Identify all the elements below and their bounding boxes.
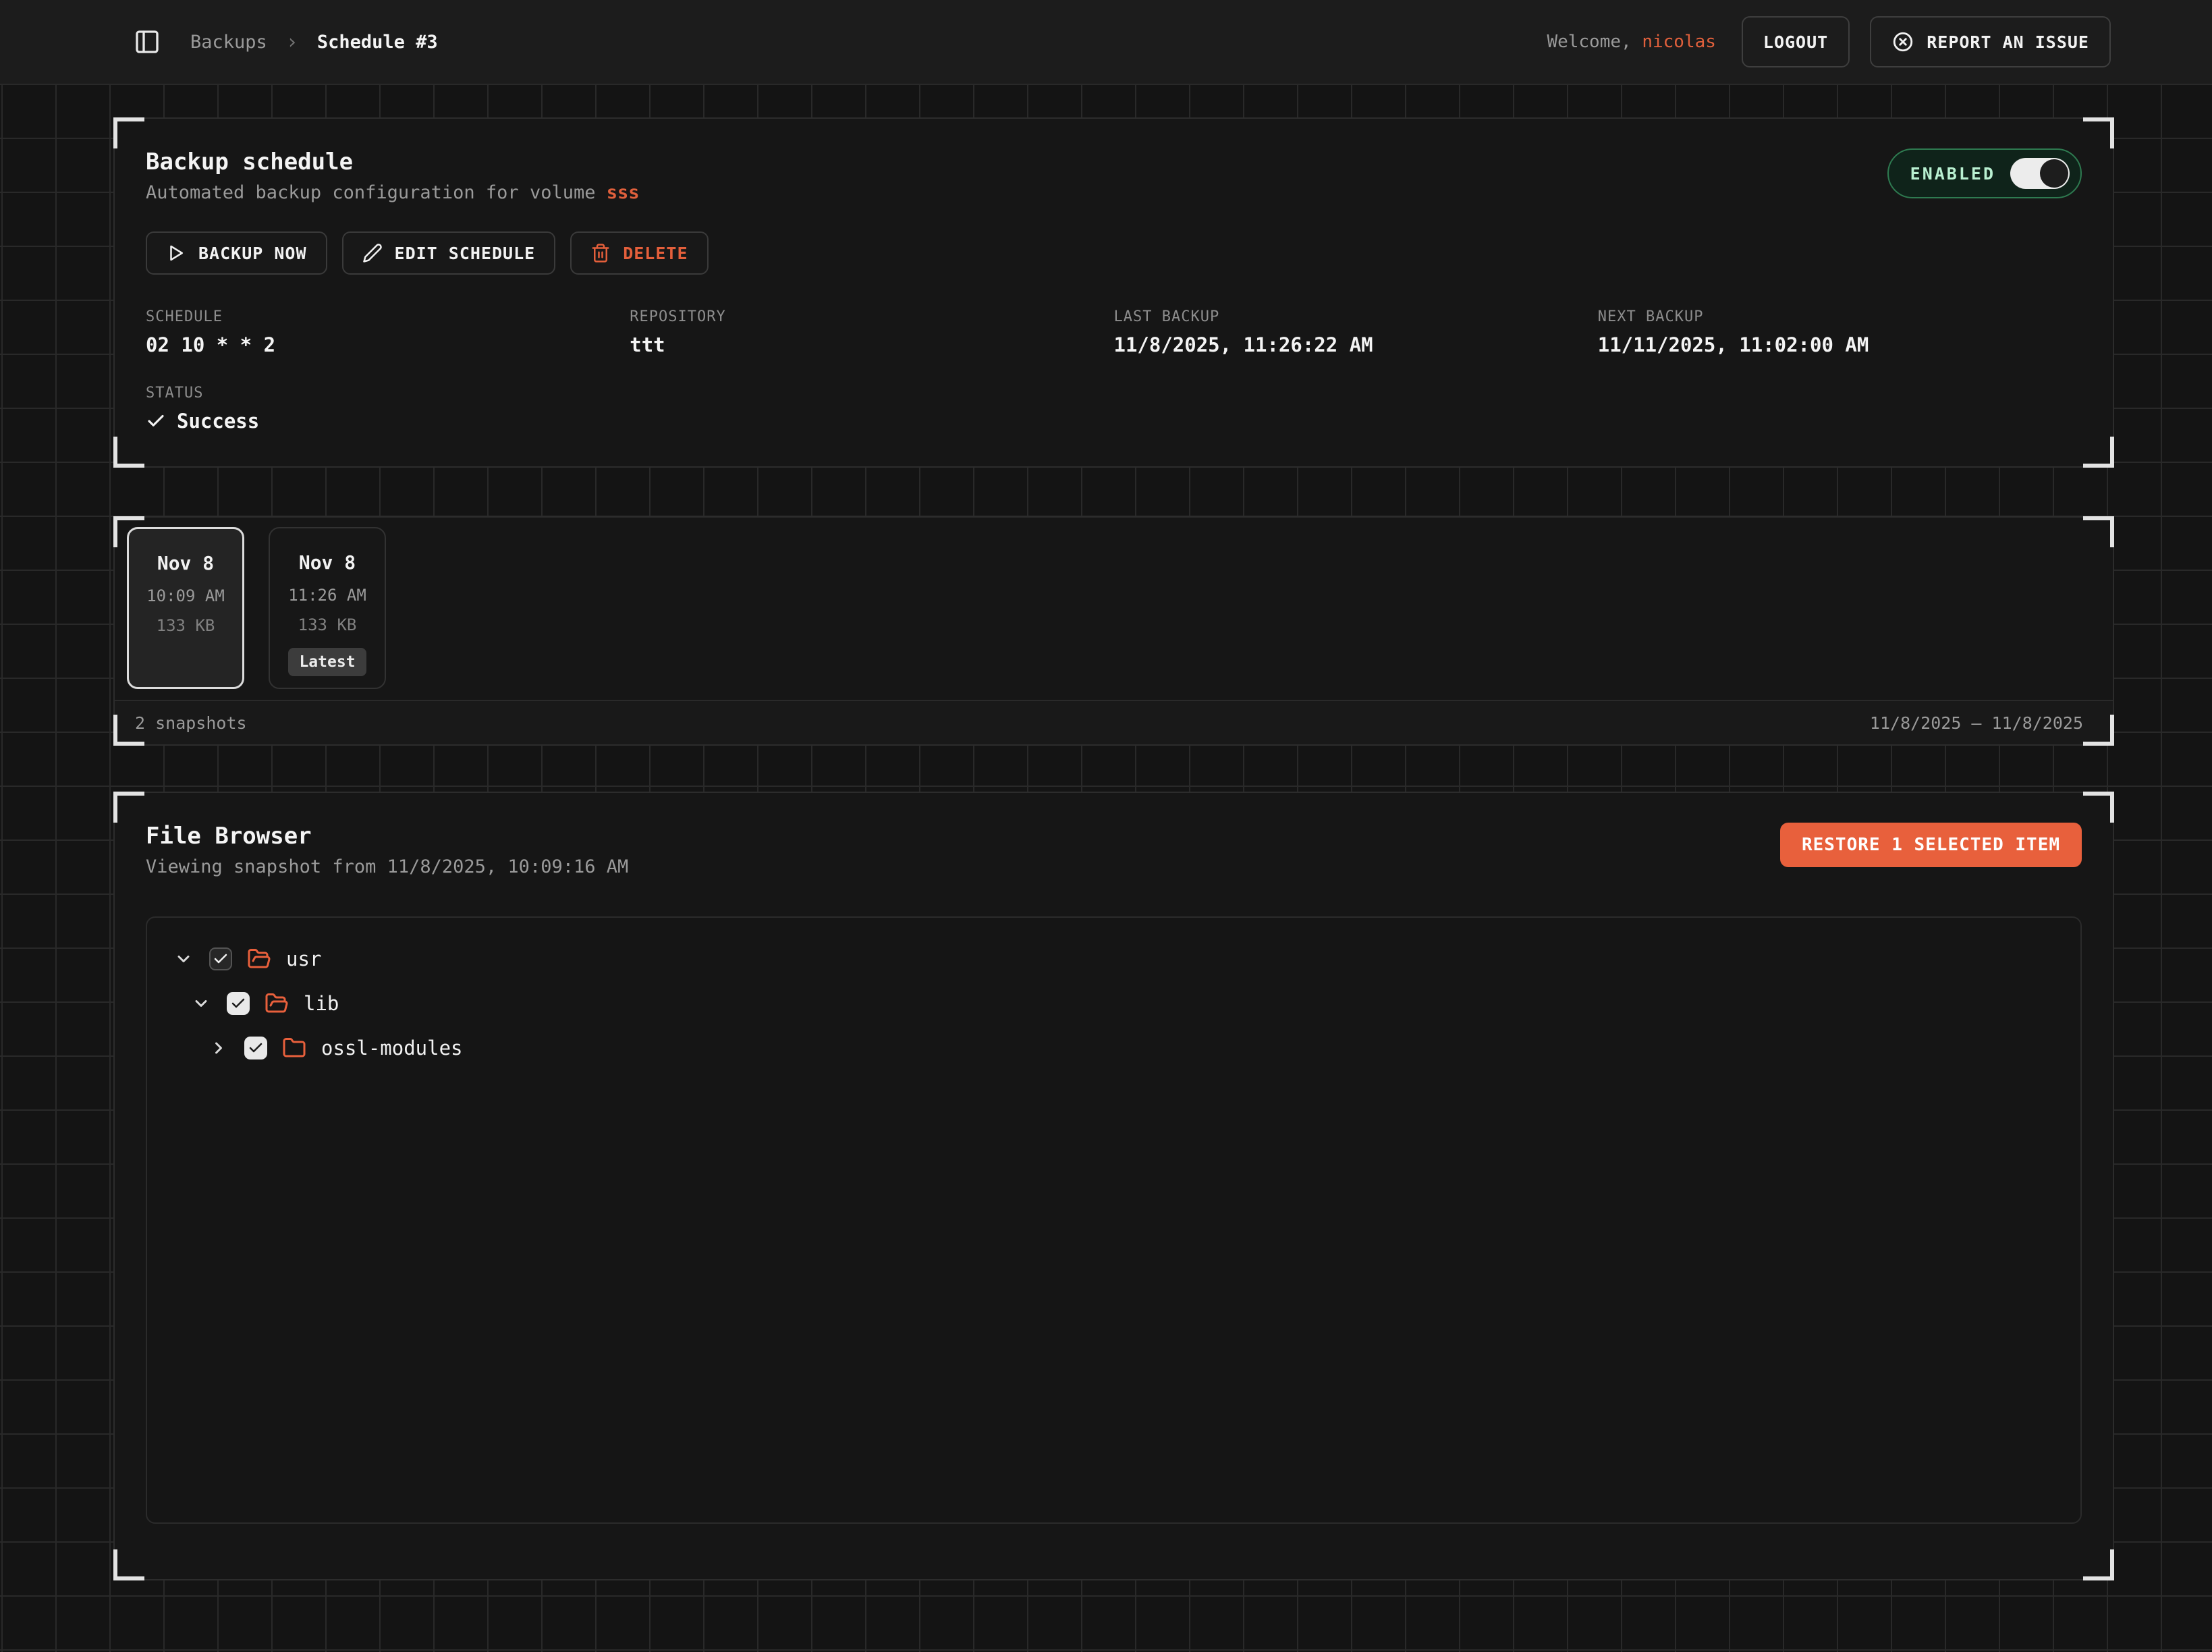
volume-name: sss (607, 182, 640, 203)
logout-button[interactable]: LOGOUT (1742, 16, 1850, 67)
sidebar-toggle-button[interactable] (128, 23, 166, 61)
folder-closed-icon (282, 1036, 306, 1060)
play-icon (166, 243, 186, 263)
snapshot-timeline: Nov 8 10:09 AM 133 KB Nov 8 11:26 AM 133… (115, 518, 2113, 700)
corner-bracket (113, 117, 144, 148)
backup-now-button[interactable]: BACKUP NOW (146, 231, 327, 275)
circle-x-icon (1891, 30, 1914, 53)
backup-schedule-title: Backup schedule (146, 148, 640, 175)
backup-schedule-subtitle: Automated backup configuration for volum… (146, 182, 640, 203)
snapshot-date-range: 11/8/2025 – 11/8/2025 (1870, 713, 2083, 733)
detail-label: REPOSITORY (630, 308, 1113, 325)
corner-bracket (113, 516, 144, 547)
file-browser-panel: File Browser Viewing snapshot from 11/8/… (113, 792, 2114, 1580)
snapshot-card-selected[interactable]: Nov 8 10:09 AM 133 KB (127, 527, 244, 689)
report-issue-button[interactable]: REPORT AN ISSUE (1870, 16, 2111, 67)
checkbox-lib[interactable] (227, 992, 250, 1015)
trash-icon (590, 243, 611, 263)
corner-bracket (2083, 792, 2114, 823)
backup-now-label: BACKUP NOW (198, 244, 307, 263)
breadcrumb: Backups › Schedule #3 (190, 30, 438, 54)
snapshots-footer: 2 snapshots 11/8/2025 – 11/8/2025 (115, 700, 2113, 744)
tree-row-usr[interactable]: usr (163, 937, 2064, 981)
restore-selected-button[interactable]: RESTORE 1 SELECTED ITEM (1780, 823, 2082, 867)
detail-label: STATUS (146, 385, 630, 402)
chevron-down-icon[interactable] (170, 945, 197, 972)
tree-item-label: lib (304, 992, 339, 1015)
snapshot-date: Nov 8 (299, 551, 356, 574)
detail-label: LAST BACKUP (1114, 308, 1598, 325)
corner-bracket (2083, 516, 2114, 547)
detail-next-backup: NEXT BACKUP 11/11/2025, 11:02:00 AM (1598, 308, 2082, 356)
logout-button-label: LOGOUT (1763, 32, 1828, 52)
detail-status: STATUS Success (146, 385, 630, 433)
breadcrumb-backups[interactable]: Backups (190, 32, 267, 53)
edit-schedule-button[interactable]: EDIT SCHEDULE (342, 231, 556, 275)
pencil-icon (362, 243, 383, 263)
tree-item-label: usr (286, 947, 321, 970)
detail-last-backup: LAST BACKUP 11/8/2025, 11:26:22 AM (1114, 308, 1598, 356)
backup-schedule-panel: Backup schedule Automated backup configu… (113, 117, 2114, 468)
detail-value: 11/11/2025, 11:02:00 AM (1598, 333, 2082, 356)
checkbox-usr[interactable] (209, 947, 232, 970)
detail-label: SCHEDULE (146, 308, 630, 325)
detail-value: 02 10 * * 2 (146, 333, 630, 356)
file-tree: usr lib (146, 916, 2082, 1524)
corner-bracket (113, 1549, 144, 1580)
corner-bracket (2083, 437, 2114, 468)
welcome-text: Welcome, nicolas (1547, 32, 1715, 52)
file-browser-title: File Browser (146, 823, 628, 850)
latest-badge: Latest (288, 648, 366, 676)
edit-schedule-label: EDIT SCHEDULE (395, 244, 536, 263)
report-issue-label: REPORT AN ISSUE (1927, 32, 2089, 52)
snapshot-date: Nov 8 (157, 552, 214, 574)
detail-schedule: SCHEDULE 02 10 * * 2 (146, 308, 630, 356)
corner-bracket (2083, 715, 2114, 746)
delete-label: DELETE (623, 244, 688, 263)
detail-value: ttt (630, 333, 1113, 356)
enabled-toggle-label: ENABLED (1910, 164, 1995, 184)
status-badge: Success (177, 410, 259, 433)
tree-item-label: ossl-modules (321, 1037, 463, 1059)
snapshot-count: 2 snapshots (135, 713, 247, 733)
corner-bracket (2083, 1549, 2114, 1580)
corner-bracket (113, 715, 144, 746)
detail-label: NEXT BACKUP (1598, 308, 2082, 325)
toggle-switch[interactable] (2010, 158, 2070, 189)
snapshot-size: 133 KB (157, 616, 215, 635)
tree-row-ossl-modules[interactable]: ossl-modules (163, 1026, 2064, 1070)
detail-repository: REPOSITORY ttt (630, 308, 1113, 356)
snapshot-time: 11:26 AM (288, 586, 366, 605)
breadcrumb-separator: › (286, 30, 298, 54)
snapshot-time: 10:09 AM (146, 586, 225, 605)
chevron-down-icon[interactable] (188, 990, 215, 1017)
toggle-knob (2040, 159, 2068, 188)
folder-open-icon (265, 991, 289, 1016)
folder-open-icon (247, 947, 271, 971)
snapshot-size: 133 KB (298, 615, 357, 634)
tree-row-lib[interactable]: lib (163, 981, 2064, 1026)
file-browser-subtitle: Viewing snapshot from 11/8/2025, 10:09:1… (146, 856, 628, 877)
topbar: Backups › Schedule #3 Welcome, nicolas L… (0, 0, 2212, 84)
corner-bracket (2083, 117, 2114, 148)
corner-bracket (113, 792, 144, 823)
enabled-toggle[interactable]: ENABLED (1887, 148, 2082, 198)
delete-button[interactable]: DELETE (570, 231, 708, 275)
check-icon (146, 411, 166, 431)
username: nicolas (1642, 32, 1716, 52)
breadcrumb-current-page: Schedule #3 (317, 32, 438, 53)
panel-left-icon (134, 28, 161, 55)
detail-value: 11/8/2025, 11:26:22 AM (1114, 333, 1598, 356)
chevron-right-icon[interactable] (205, 1035, 232, 1062)
checkbox-ossl-modules[interactable] (244, 1037, 267, 1059)
snapshots-panel: Nov 8 10:09 AM 133 KB Nov 8 11:26 AM 133… (113, 516, 2114, 746)
corner-bracket (113, 437, 144, 468)
snapshot-card-latest[interactable]: Nov 8 11:26 AM 133 KB Latest (269, 527, 386, 689)
